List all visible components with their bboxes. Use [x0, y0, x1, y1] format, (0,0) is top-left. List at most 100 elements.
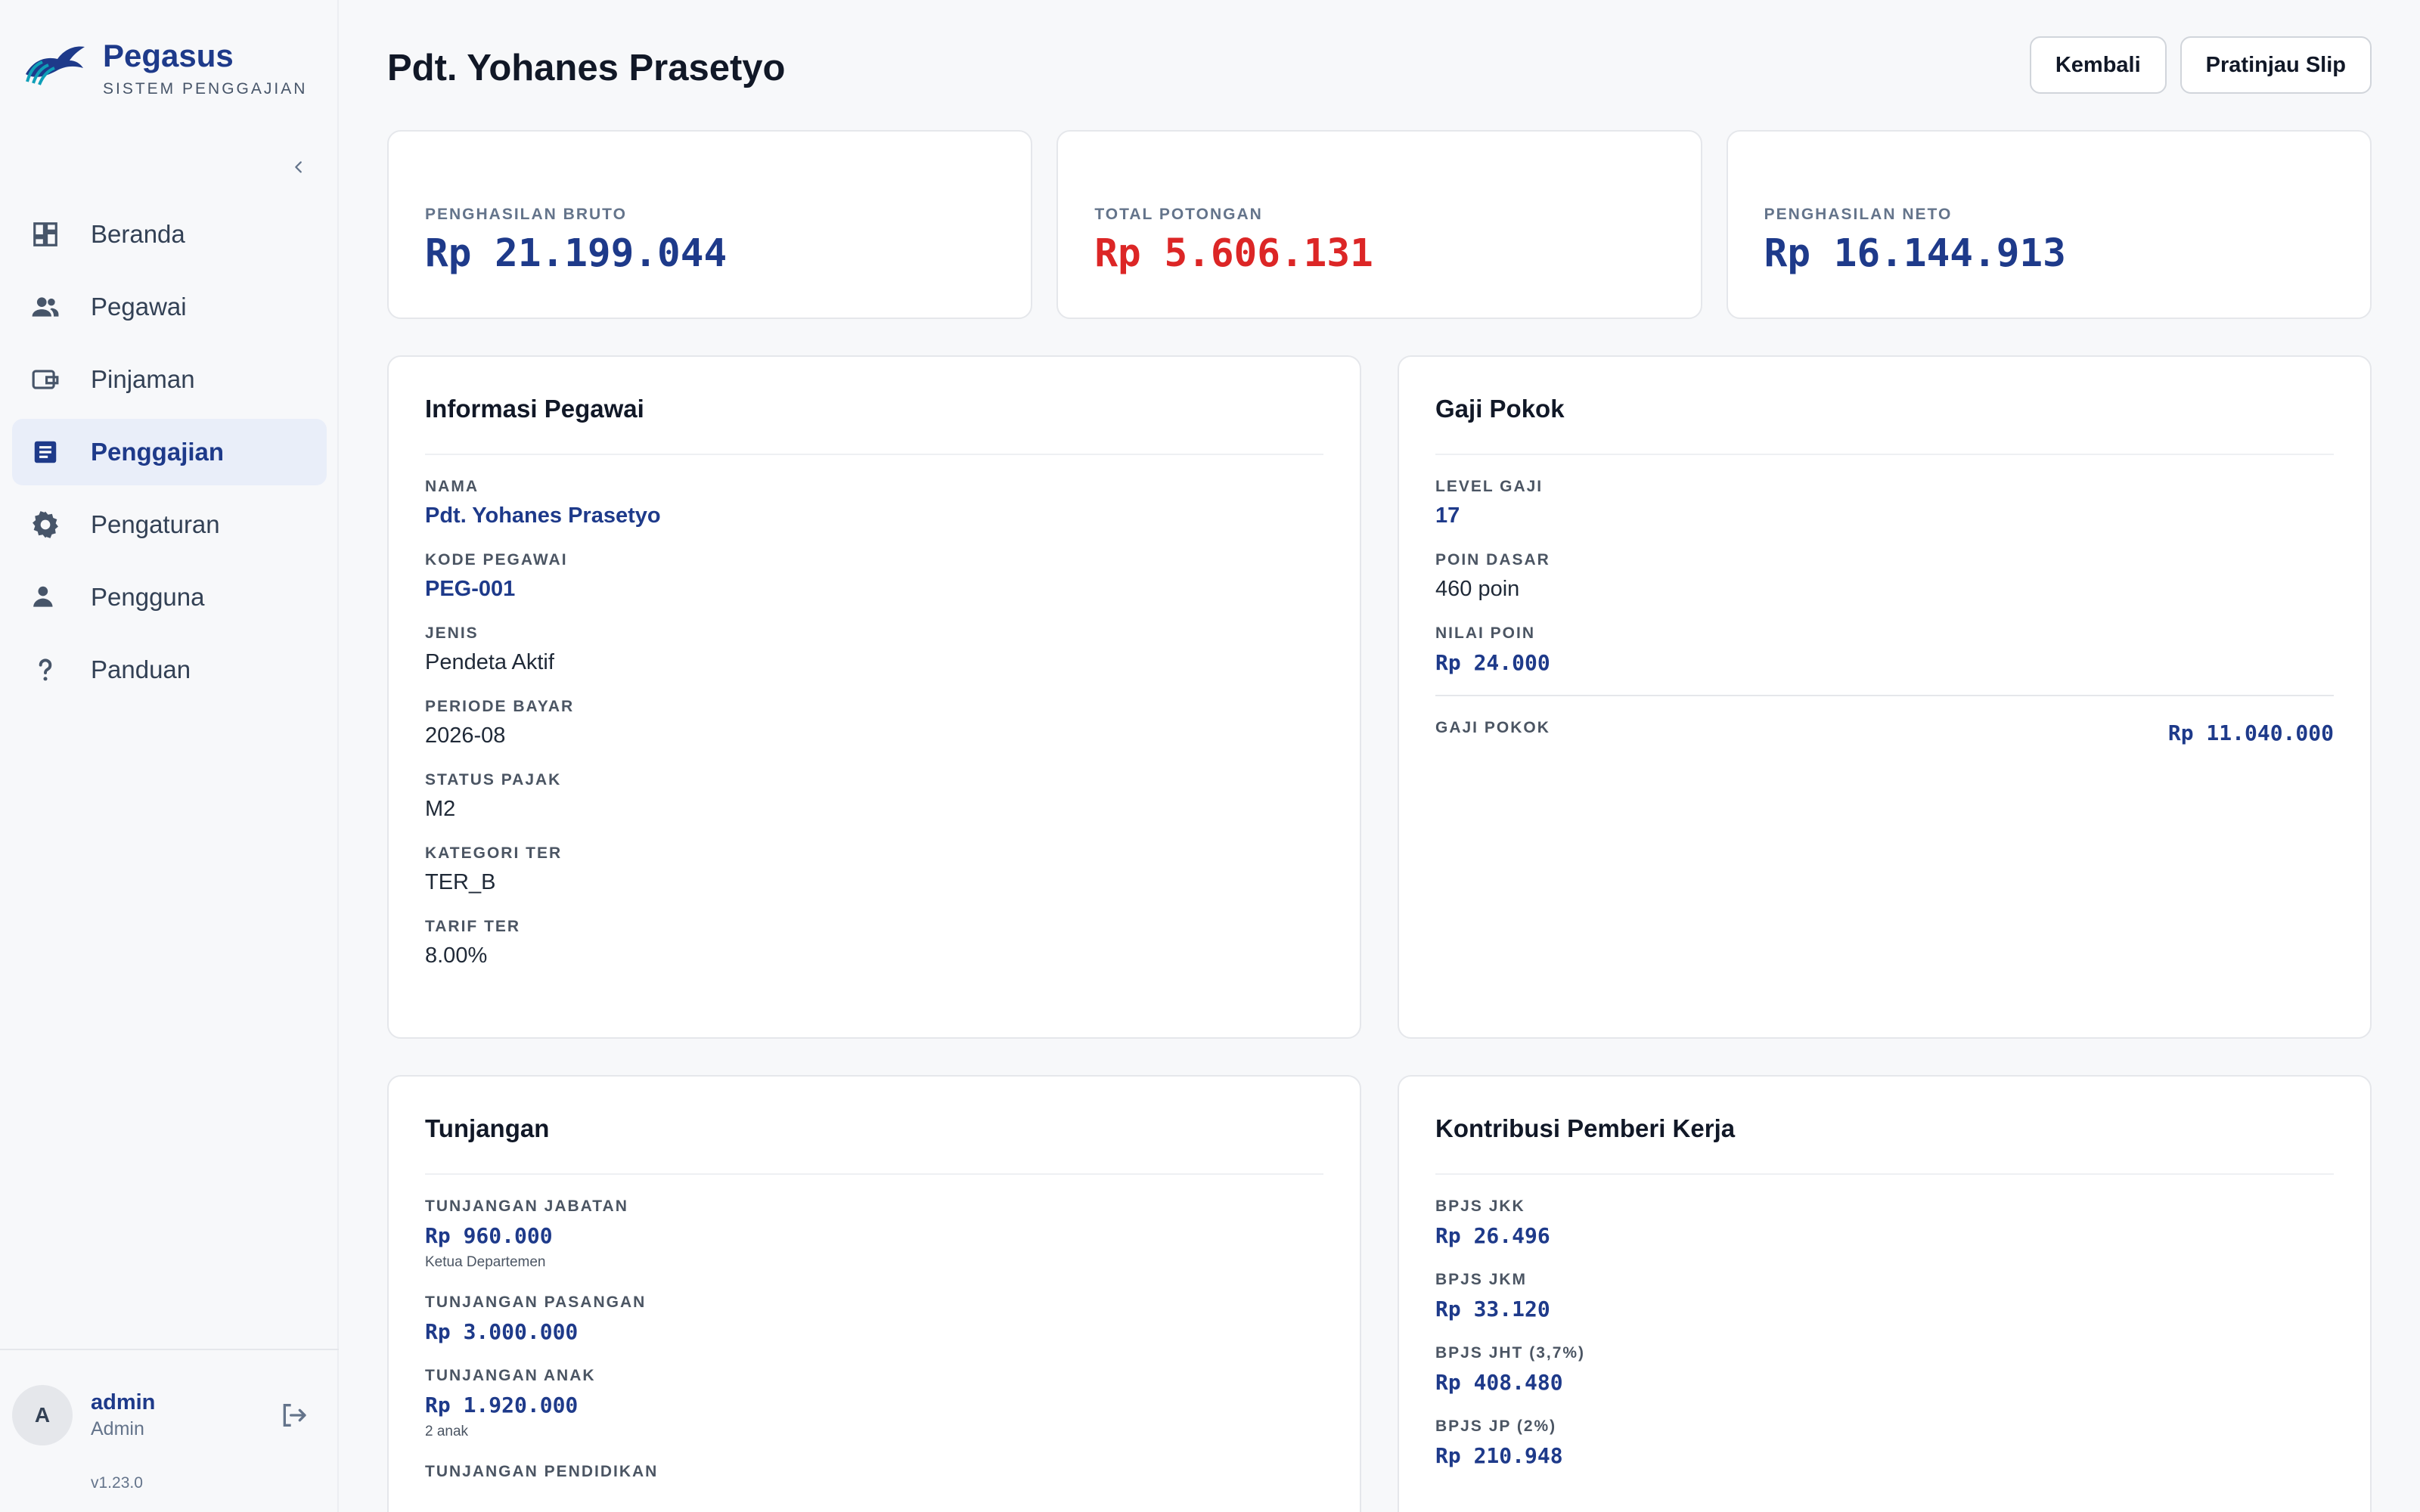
app-version: v1.23.0 — [91, 1474, 143, 1492]
field-value: Rp 1.920.000 — [425, 1393, 579, 1418]
field-label: BPJS JHT (3,7%) — [1435, 1344, 1586, 1362]
field-label: LEVEL GAJI — [1435, 478, 1544, 495]
field-value: Rp 210.948 — [1435, 1443, 1563, 1468]
collapse-sidebar-button[interactable] — [283, 151, 315, 183]
field-value: TER_B — [425, 870, 496, 894]
field-note: 2 anak — [425, 1424, 469, 1439]
field-value: Pdt. Yohanes Prasetyo — [425, 503, 661, 528]
sidebar: Pegasus SISTEM PENGGAJIAN Beranda Pegawa… — [0, 0, 339, 1512]
sidebar-item-pegawai[interactable]: Pegawai — [12, 274, 327, 340]
field-value: M2 — [425, 797, 456, 821]
logout-icon — [283, 1404, 306, 1427]
field-tunjangan-anak: TUNJANGAN ANAK Rp 1.920.000 2 anak — [425, 1367, 1323, 1440]
field-value: 2026-08 — [425, 723, 506, 748]
field-label: TUNJANGAN PENDIDIKAN — [425, 1463, 659, 1480]
sidebar-item-label: Pegawai — [91, 293, 187, 321]
field-label: STATUS PAJAK — [425, 771, 562, 789]
card-title: Gaji Pokok — [1435, 395, 2334, 455]
field-value: Rp 24.000 — [1435, 650, 1550, 675]
user-profile[interactable]: A admin Admin — [12, 1383, 327, 1447]
field-nama: NAMA Pdt. Yohanes Prasetyo — [425, 478, 1323, 528]
field-bpjs-jht: BPJS JHT (3,7%) Rp 408.480 — [1435, 1344, 2334, 1395]
sidebar-item-label: Beranda — [91, 220, 185, 248]
page-title: Pdt. Yohanes Prasetyo — [387, 48, 786, 88]
sidebar-item-penggajian[interactable]: Penggajian — [12, 419, 327, 485]
gear-icon — [30, 510, 60, 540]
sidebar-item-pengguna[interactable]: Pengguna — [12, 564, 327, 631]
field-label: TUNJANGAN JABATAN — [425, 1198, 628, 1215]
stat-card-potongan: TOTAL POTONGAN Rp 5.606.131 — [1056, 130, 1702, 319]
field-value: Rp 3.000.000 — [425, 1319, 579, 1344]
field-label: JENIS — [425, 624, 479, 642]
stat-card-neto: PENGHASILAN NETO Rp 16.144.913 — [1726, 130, 2372, 319]
field-value: Pendeta Aktif — [425, 650, 554, 674]
base-salary-card: Gaji Pokok LEVEL GAJI 17 POIN DASAR 460 … — [1398, 355, 2372, 1039]
stat-label: TOTAL POTONGAN — [1094, 206, 1263, 223]
user-role: Admin — [91, 1418, 144, 1439]
field-value: Rp 26.496 — [1435, 1223, 1550, 1248]
field-periode-bayar: PERIODE BAYAR 2026-08 — [425, 698, 1323, 748]
sidebar-nav: Beranda Pegawai Pinjaman Penggajian Peng… — [12, 201, 327, 709]
field-label: POIN DASAR — [1435, 551, 1550, 569]
field-value: Rp 408.480 — [1435, 1370, 1563, 1395]
field-value: Rp 960.000 — [425, 1223, 553, 1248]
user-icon — [30, 582, 60, 612]
back-button[interactable]: Kembali — [2029, 36, 2167, 94]
field-bpjs-jkm: BPJS JKM Rp 33.120 — [1435, 1271, 2334, 1321]
brand-subtitle: SISTEM PENGGAJIAN — [103, 80, 308, 98]
field-status-pajak: STATUS PAJAK M2 — [425, 771, 1323, 822]
field-tunjangan-pendidikan: TUNJANGAN PENDIDIKAN — [425, 1463, 1323, 1481]
field-poin-dasar: POIN DASAR 460 poin — [1435, 551, 2334, 602]
field-bpjs-jkk: BPJS JKK Rp 26.496 — [1435, 1198, 2334, 1248]
field-bpjs-jp: BPJS JP (2%) Rp 210.948 — [1435, 1418, 2334, 1468]
brand[interactable]: Pegasus SISTEM PENGGAJIAN — [23, 38, 307, 98]
field-tunjangan-jabatan: TUNJANGAN JABATAN Rp 960.000 Ketua Depar… — [425, 1198, 1323, 1271]
field-label: TUNJANGAN PASANGAN — [425, 1294, 647, 1311]
field-label: BPJS JP (2%) — [1435, 1418, 1557, 1435]
field-label: TUNJANGAN ANAK — [425, 1367, 596, 1384]
card-title: Informasi Pegawai — [425, 395, 1323, 455]
total-value: Rp 11.040.000 — [2167, 720, 2334, 745]
summary-stats: PENGHASILAN BRUTO Rp 21.199.044 TOTAL PO… — [387, 130, 2372, 319]
stat-value: Rp 21.199.044 — [425, 231, 728, 276]
logout-button[interactable] — [278, 1400, 309, 1430]
sidebar-item-pengaturan[interactable]: Pengaturan — [12, 491, 327, 558]
sidebar-item-beranda[interactable]: Beranda — [12, 201, 327, 268]
user-info: admin Admin — [91, 1390, 155, 1440]
user-name: admin — [91, 1390, 156, 1414]
sidebar-item-label: Pengaturan — [91, 510, 220, 538]
field-label: NILAI POIN — [1435, 624, 1536, 642]
stat-value: Rp 5.606.131 — [1094, 231, 1373, 276]
stat-value: Rp 16.144.913 — [1764, 231, 2066, 276]
field-label: NAMA — [425, 478, 479, 495]
app-root: Pegasus SISTEM PENGGAJIAN Beranda Pegawa… — [0, 0, 2420, 1512]
field-nilai-poin: NILAI POIN Rp 24.000 — [1435, 624, 2334, 675]
field-value: PEG-001 — [425, 577, 516, 601]
receipt-icon — [30, 437, 60, 467]
field-tunjangan-pasangan: TUNJANGAN PASANGAN Rp 3.000.000 — [425, 1294, 1323, 1344]
field-value: 460 poin — [1435, 577, 1520, 601]
field-note: Ketua Departemen — [425, 1254, 546, 1270]
sidebar-item-label: Panduan — [91, 655, 191, 683]
preview-slip-button[interactable]: Pratinjau Slip — [2180, 36, 2372, 94]
sidebar-item-panduan[interactable]: Panduan — [12, 637, 327, 703]
stat-label: PENGHASILAN NETO — [1764, 206, 1953, 223]
field-kategori-ter: KATEGORI TER TER_B — [425, 844, 1323, 895]
field-tarif-ter: TARIF TER 8.00% — [425, 918, 1323, 968]
field-label: KATEGORI TER — [425, 844, 563, 862]
wallet-icon — [30, 364, 60, 395]
field-value: Rp 33.120 — [1435, 1297, 1550, 1321]
question-icon — [30, 655, 60, 685]
employer-contribution-card: Kontribusi Pemberi Kerja BPJS JKK Rp 26.… — [1398, 1075, 2372, 1512]
sidebar-item-pinjaman[interactable]: Pinjaman — [12, 346, 327, 413]
field-label: PERIODE BAYAR — [425, 698, 575, 715]
field-label: TARIF TER — [425, 918, 521, 935]
sidebar-footer: A admin Admin v1.23.0 — [0, 1349, 339, 1512]
stat-label: PENGHASILAN BRUTO — [425, 206, 627, 223]
sidebar-item-label: Penggajian — [91, 438, 225, 466]
base-salary-total: GAJI POKOK Rp 11.040.000 — [1435, 695, 2334, 745]
card-title: Tunjangan — [425, 1114, 1323, 1175]
sidebar-item-label: Pinjaman — [91, 365, 195, 393]
card-title: Kontribusi Pemberi Kerja — [1435, 1114, 2334, 1175]
chevron-left-icon — [295, 161, 302, 173]
